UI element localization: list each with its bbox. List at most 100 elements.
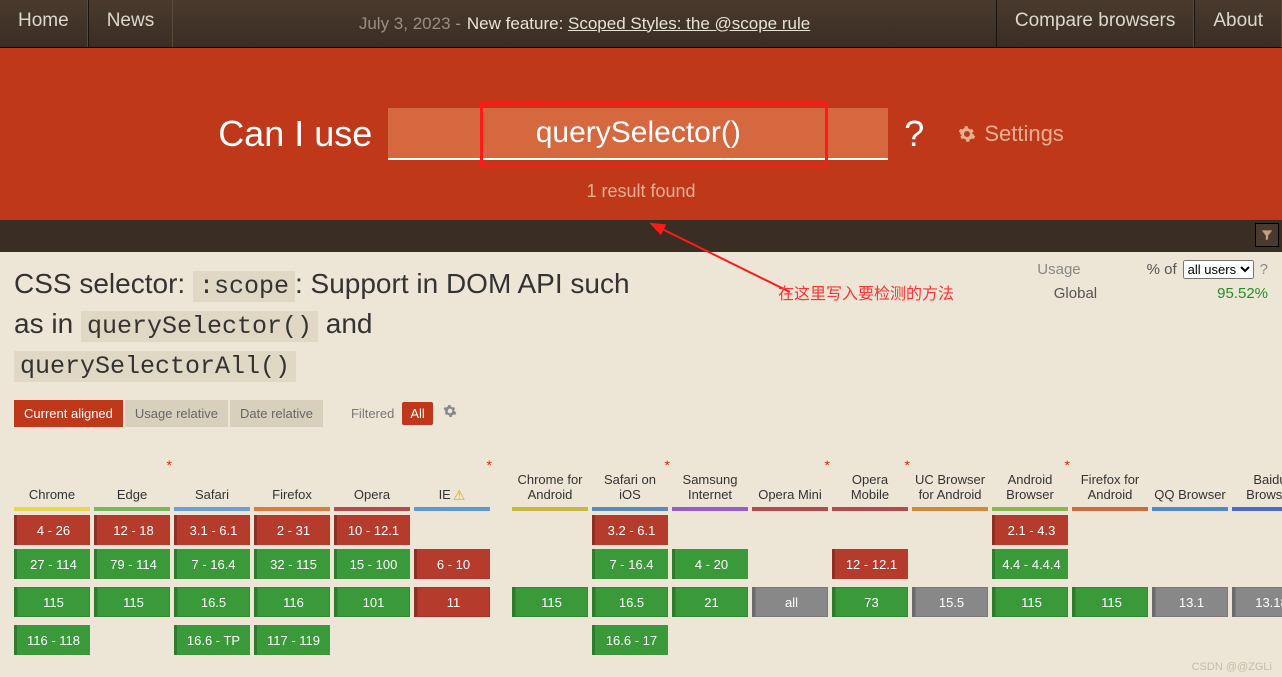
version-cell[interactable]: 115: [1072, 587, 1148, 617]
browser-strip: [414, 507, 490, 511]
browser-header[interactable]: Android Browser*: [992, 449, 1068, 507]
gear-icon: [958, 125, 976, 143]
version-cell[interactable]: 10 - 12.1: [334, 515, 410, 545]
search-input[interactable]: [388, 108, 888, 160]
tab-current-aligned[interactable]: Current aligned: [14, 400, 123, 427]
help-icon[interactable]: ?: [1260, 261, 1268, 278]
feature-link[interactable]: Scoped Styles: the @scope rule: [568, 14, 810, 33]
filtered-label: Filtered: [345, 406, 400, 421]
news-ticker: July 3, 2023 - New feature: Scoped Style…: [173, 0, 996, 47]
browser-strip: [912, 507, 988, 511]
usage-select[interactable]: all users: [1183, 260, 1254, 279]
tab-usage-relative[interactable]: Usage relative: [125, 400, 228, 427]
global-pct: 95.52%: [1217, 285, 1268, 302]
version-cell[interactable]: 4 - 26: [14, 515, 90, 545]
browser-header[interactable]: Opera: [334, 449, 410, 507]
watermark: CSDN @@ZGLi: [1192, 661, 1272, 673]
version-cell[interactable]: 16.6 - 17: [592, 625, 668, 655]
version-cell[interactable]: 117 - 119: [254, 625, 330, 655]
nav-news[interactable]: News: [88, 0, 174, 47]
version-cell[interactable]: 4.4 - 4.4.4: [992, 549, 1068, 579]
version-cell[interactable]: 6 - 10: [414, 549, 490, 579]
browser-strip: [992, 507, 1068, 511]
version-cell[interactable]: all: [752, 587, 828, 617]
browser-strip: [672, 507, 748, 511]
version-cell[interactable]: 11: [414, 587, 490, 617]
version-cell[interactable]: 16.5: [174, 587, 250, 617]
version-cell[interactable]: 115: [14, 587, 90, 617]
browser-strip: [512, 507, 588, 511]
browser-header[interactable]: UC Browser for Android: [912, 449, 988, 507]
browser-column: Chrome for Android 115: [512, 449, 588, 659]
browser-header[interactable]: Firefox for Android: [1072, 449, 1148, 507]
browser-column: IE ⚠* 6 - 10 11: [414, 449, 490, 659]
version-cell[interactable]: 116: [254, 587, 330, 617]
table-settings[interactable]: [443, 404, 457, 423]
browser-header[interactable]: Opera Mobile*: [832, 449, 908, 507]
filter-toggle[interactable]: [1255, 223, 1279, 247]
browser-header[interactable]: Chrome: [14, 449, 90, 507]
version-cell[interactable]: 7 - 16.4: [174, 549, 250, 579]
version-cell[interactable]: 13.1: [1152, 587, 1228, 617]
browser-strip: [14, 507, 90, 511]
version-cell[interactable]: 16.5: [592, 587, 668, 617]
browser-header[interactable]: Baidu Browser: [1232, 449, 1282, 507]
browser-header[interactable]: IE ⚠*: [414, 449, 490, 507]
browser-strip: [254, 507, 330, 511]
settings-link[interactable]: Settings: [958, 121, 1064, 147]
version-cell[interactable]: 21: [672, 587, 748, 617]
version-cell[interactable]: 32 - 115: [254, 549, 330, 579]
browser-column: Opera Mobile* 12 - 12.1 73: [832, 449, 908, 659]
version-cell[interactable]: 27 - 114: [14, 549, 90, 579]
browser-strip: [94, 507, 170, 511]
version-cell[interactable]: 115: [94, 587, 170, 617]
browser-strip: [592, 507, 668, 511]
version-cell[interactable]: 116 - 118: [14, 625, 90, 655]
nav-about[interactable]: About: [1194, 0, 1282, 47]
version-cell[interactable]: 2.1 - 4.3: [992, 515, 1068, 545]
version-cell[interactable]: 101: [334, 587, 410, 617]
version-cell[interactable]: 73: [832, 587, 908, 617]
version-cell[interactable]: 7 - 16.4: [592, 549, 668, 579]
version-cell[interactable]: 3.1 - 6.1: [174, 515, 250, 545]
version-cell[interactable]: 2 - 31: [254, 515, 330, 545]
browser-strip: [1232, 507, 1282, 511]
browser-header[interactable]: Firefox: [254, 449, 330, 507]
site-title: Can I use: [218, 113, 372, 155]
browser-column: Safari 3.1 - 6.1 7 - 16.4 16.5 16.6 - TP: [174, 449, 250, 659]
version-cell[interactable]: 16.6 - TP: [174, 625, 250, 655]
feature-title: CSS selector: :scope: Support in DOM API…: [14, 264, 654, 384]
tab-date-relative[interactable]: Date relative: [230, 400, 323, 427]
version-cell[interactable]: 15.5: [912, 587, 988, 617]
version-cell[interactable]: 3.2 - 6.1: [592, 515, 668, 545]
browser-strip: [752, 507, 828, 511]
version-cell[interactable]: 12 - 18: [94, 515, 170, 545]
version-cell[interactable]: 4 - 20: [672, 549, 748, 579]
filter-all-button[interactable]: All: [402, 402, 432, 425]
browser-strip: [1152, 507, 1228, 511]
browser-header[interactable]: Opera Mini*: [752, 449, 828, 507]
version-cell[interactable]: 13.18: [1232, 587, 1282, 617]
browser-header[interactable]: Samsung Internet: [672, 449, 748, 507]
browser-column: Opera Mini* all: [752, 449, 828, 659]
browser-header[interactable]: Edge*: [94, 449, 170, 507]
browser-column: Firefox for Android 115: [1072, 449, 1148, 659]
version-cell[interactable]: 79 - 114: [94, 549, 170, 579]
nav-home[interactable]: Home: [0, 0, 88, 47]
usage-panel: Usage % of all users ? Global 95.52%: [1037, 260, 1268, 302]
browser-strip: [334, 507, 410, 511]
browser-header[interactable]: Safari: [174, 449, 250, 507]
browser-column: UC Browser for Android 15.5: [912, 449, 988, 659]
browser-header[interactable]: Safari on iOS*: [592, 449, 668, 507]
nav-compare[interactable]: Compare browsers: [996, 0, 1195, 47]
browser-header[interactable]: Chrome for Android: [512, 449, 588, 507]
browser-strip: [832, 507, 908, 511]
version-cell[interactable]: 15 - 100: [334, 549, 410, 579]
version-cell[interactable]: 12 - 12.1: [832, 549, 908, 579]
browser-column: Chrome 4 - 26 27 - 114 115 116 - 118: [14, 449, 90, 659]
browser-column: Safari on iOS* 3.2 - 6.1 7 - 16.4 16.5 16.6 …: [592, 449, 668, 659]
browser-header[interactable]: QQ Browser: [1152, 449, 1228, 507]
browser-column: Samsung Internet 4 - 20 21: [672, 449, 748, 659]
version-cell[interactable]: 115: [512, 587, 588, 617]
version-cell[interactable]: 115: [992, 587, 1068, 617]
